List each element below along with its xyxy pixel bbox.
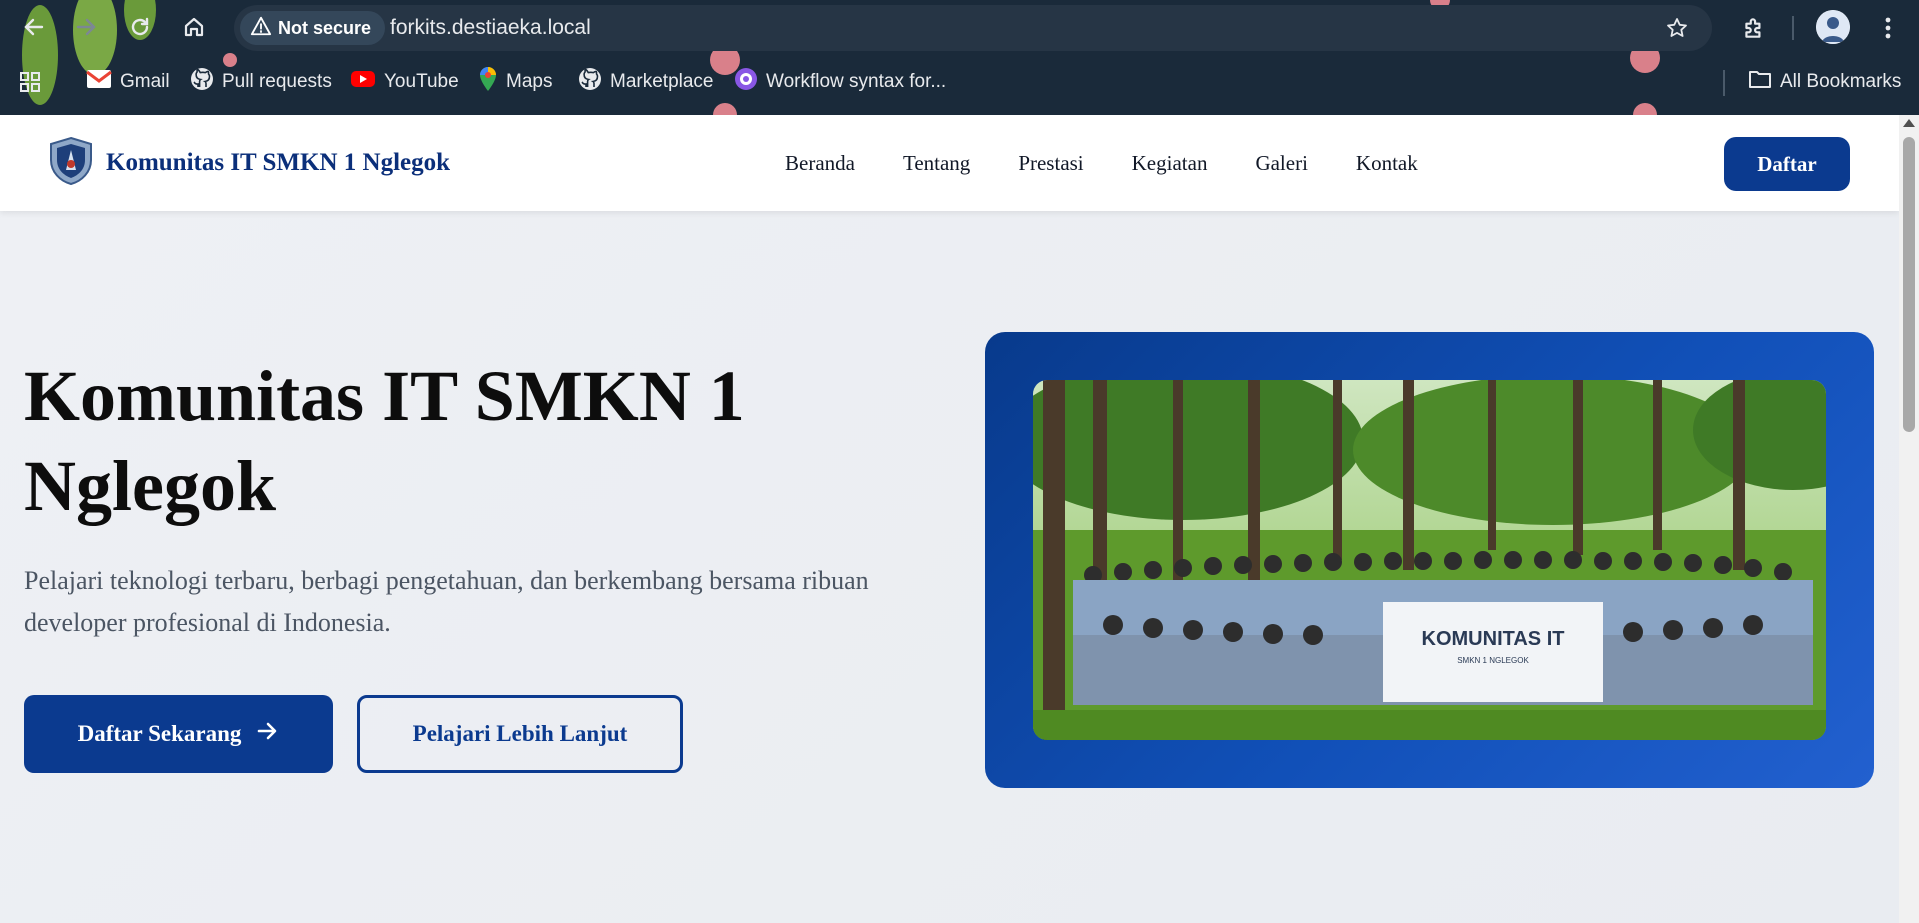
site-brand[interactable]: Komunitas IT SMKN 1 Nglegok [48,136,451,191]
scroll-up-arrow-icon[interactable] [1903,119,1915,127]
community-group-photo: KOMUNITAS IT SMKN 1 NGLEGOK [1033,380,1826,740]
all-bookmarks-label: All Bookmarks [1780,71,1902,92]
nav-link-tentang[interactable]: Tentang [903,151,970,176]
star-icon[interactable] [1662,13,1692,43]
browser-chrome: Not secure forkits.destiaeka.local Gmail [0,0,1919,115]
more-icon[interactable] [1870,10,1906,46]
folder-icon [1748,69,1772,95]
security-label: Not secure [278,17,372,38]
hero-subtitle-line-2: developer profesional di Indonesia. [24,608,391,637]
bookmarks-bar: Gmail Pull requests YouTube Maps Marketp… [0,62,1919,102]
browser-toolbar: Not secure forkits.destiaeka.local [0,0,1919,56]
bookmark-pull-requests[interactable]: Pull requests [190,62,332,102]
nav-link-beranda[interactable]: Beranda [785,151,855,176]
toolbar-divider [1792,16,1794,40]
maps-icon [478,66,498,98]
site-brand-name: Komunitas IT SMKN 1 Nglegok [106,149,451,176]
home-icon[interactable] [176,9,212,45]
address-bar[interactable]: Not secure forkits.destiaeka.local [234,5,1712,51]
web-page: Komunitas IT SMKN 1 Nglegok Beranda Tent… [0,115,1899,923]
arrow-right-icon [255,719,279,749]
back-icon[interactable] [16,9,52,45]
bookmark-marketplace[interactable]: Marketplace [578,62,714,102]
bookmark-label: Marketplace [610,71,714,92]
daftar-sekarang-label: Daftar Sekarang [77,721,242,746]
bookmark-workflow-syntax[interactable]: Workflow syntax for... [734,62,946,102]
scrollbar-thumb[interactable] [1903,137,1915,432]
hero-title-line-1: Komunitas IT SMKN 1 [24,356,745,436]
forward-icon[interactable] [68,9,104,45]
hero-subtitle: Pelajari teknologi terbaru, berbagi peng… [24,560,924,644]
bookmark-gmail[interactable]: Gmail [86,62,170,102]
warning-icon [250,15,272,42]
github-icon [578,67,602,97]
reload-icon[interactable] [122,9,158,45]
bookmark-label: Gmail [120,71,170,92]
hero-subtitle-line-1: Pelajari teknologi terbaru, berbagi peng… [24,566,869,595]
bookmark-label: Workflow syntax for... [766,71,947,92]
school-logo-icon [48,136,94,191]
url-text[interactable]: forkits.destiaeka.local [390,5,591,51]
nav-link-kontak[interactable]: Kontak [1356,151,1418,176]
github-purple-icon [734,67,758,97]
page-scrollbar[interactable] [1899,115,1919,923]
daftar-button[interactable]: Daftar [1724,137,1850,191]
youtube-icon [350,69,376,95]
site-menu: Beranda Tentang Prestasi Kegiatan Galeri… [785,115,1418,211]
banner-subtext: SMKN 1 NGLEGOK [1457,656,1529,665]
extensions-icon[interactable] [1736,10,1772,46]
bookmark-label: Pull requests [222,71,332,92]
nav-link-kegiatan[interactable]: Kegiatan [1132,151,1208,176]
bookmark-label: Maps [506,71,553,92]
hero-photo-card: KOMUNITAS IT SMKN 1 NGLEGOK [985,332,1874,788]
bookmarks-divider [1723,70,1725,96]
hero-title: Komunitas IT SMKN 1 Nglegok [24,351,924,531]
site-info-chip[interactable]: Not secure [240,11,386,45]
bookmark-label: YouTube [384,71,459,92]
daftar-sekarang-button[interactable]: Daftar Sekarang [24,695,333,773]
profile-avatar[interactable] [1816,10,1850,44]
site-navbar: Komunitas IT SMKN 1 Nglegok Beranda Tent… [0,115,1899,211]
pelajari-lebih-lanjut-button[interactable]: Pelajari Lebih Lanjut [357,695,683,773]
bookmark-maps[interactable]: Maps [478,62,552,102]
banner-text: KOMUNITAS IT [1422,628,1565,650]
hero-title-line-2: Nglegok [24,446,276,526]
github-icon [190,67,214,97]
bookmark-youtube[interactable]: YouTube [350,62,459,102]
nav-link-galeri[interactable]: Galeri [1255,151,1307,176]
nav-link-prestasi[interactable]: Prestasi [1018,151,1083,176]
all-bookmarks-button[interactable]: All Bookmarks [1748,62,1901,102]
gmail-icon [86,69,112,95]
apps-icon[interactable] [18,62,42,102]
